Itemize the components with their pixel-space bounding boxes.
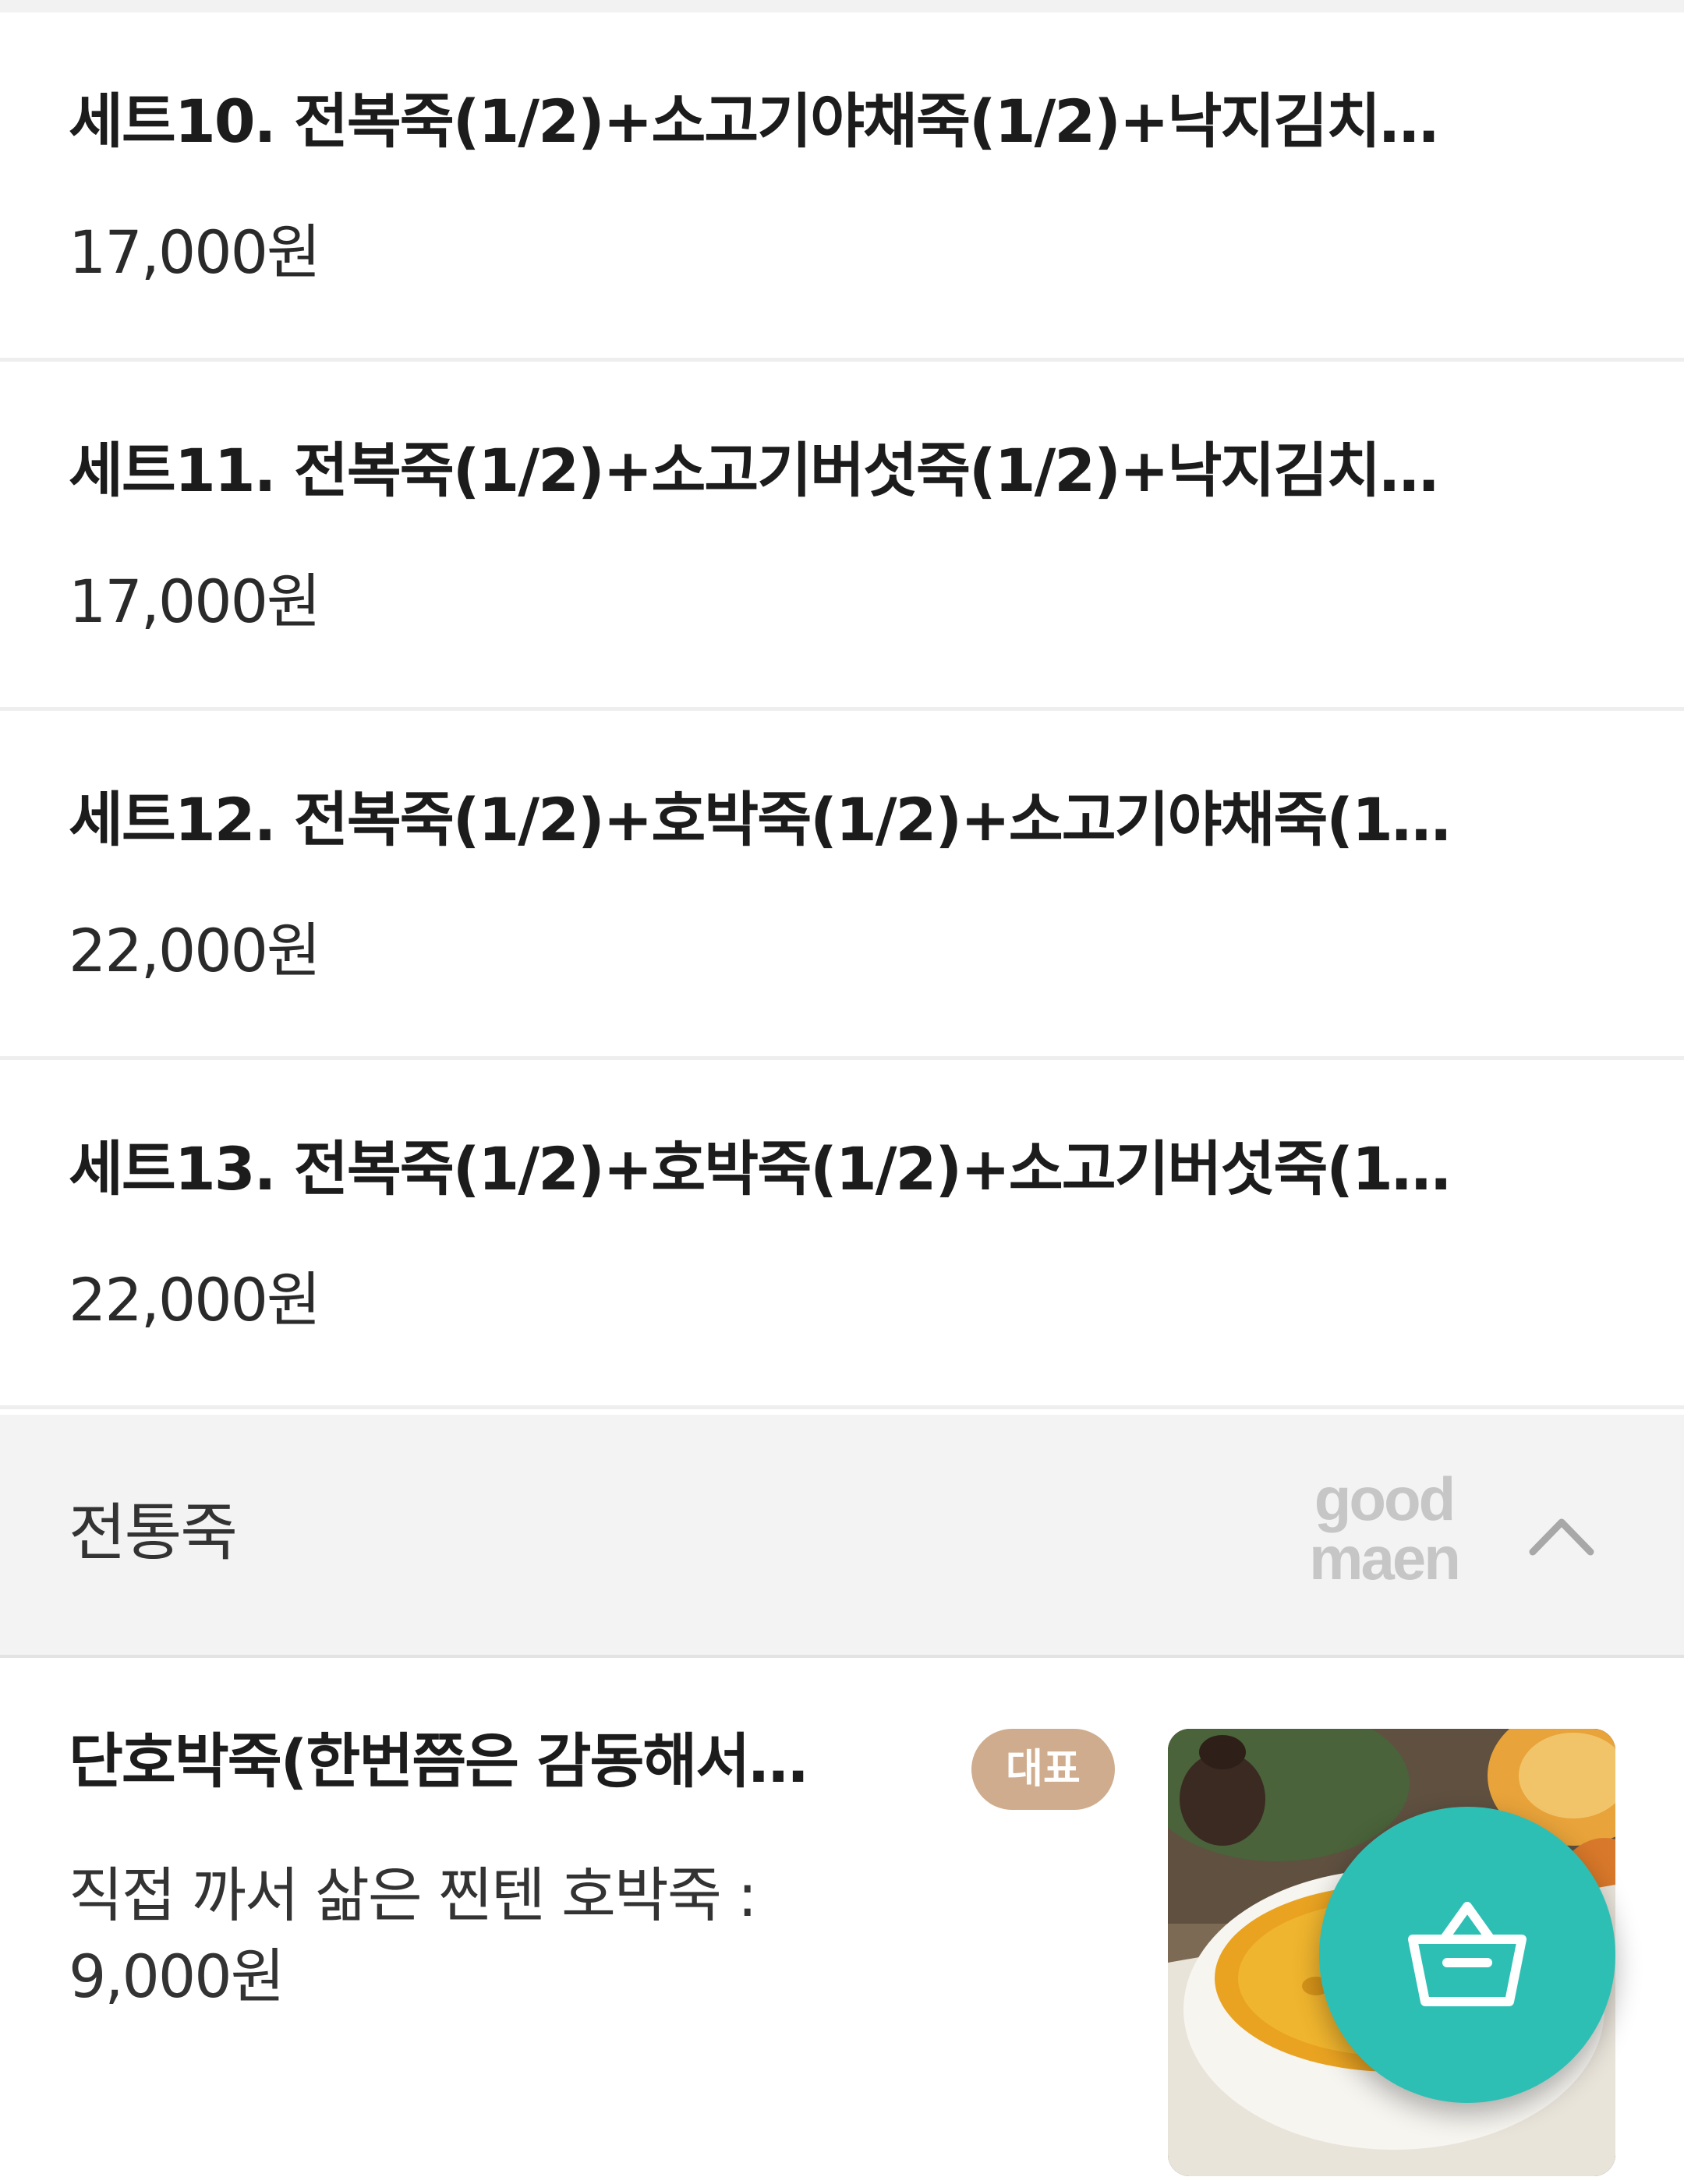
category-header-traditional-porridge[interactable]: 전통죽 good maen [0,1415,1684,1658]
menu-item-set12[interactable]: 세트12. 전복죽(1/2)+호박죽(1/2)+소고기야채죽(1… 22,000… [0,711,1684,1060]
watermark-line-2: maen [1309,1524,1461,1592]
menu-item-set13[interactable]: 세트13. 전복죽(1/2)+호박죽(1/2)+소고기버섯죽(1… 22,000… [0,1060,1684,1409]
menu-item-price: 22,000원 [69,1265,321,1334]
representative-badge: 대표 [971,1729,1115,1810]
chevron-up-icon[interactable] [1527,1507,1597,1561]
cart-button[interactable] [1319,1807,1615,2103]
menu-item-price: 17,000원 [69,217,321,287]
menu-item-title: 세트13. 전복죽(1/2)+호박죽(1/2)+소고기버섯죽(1… [69,1134,1451,1203]
menu-item-price: 22,000원 [69,916,321,985]
watermark-logo: good maen [1294,1465,1474,1592]
menu-item-title: 세트12. 전복죽(1/2)+호박죽(1/2)+소고기야채죽(1… [69,785,1451,854]
menu-item-title: 세트10. 전복죽(1/2)+소고기야채죽(1/2)+낙지김치… [69,87,1438,156]
watermark-line-1: good [1314,1465,1456,1533]
featured-item-description: 직접 까서 삶은 찐텐 호박죽 : 9,000원 [69,1861,758,2011]
category-title: 전통죽 [69,1497,238,1569]
menu-item-price: 17,000원 [69,567,321,636]
menu-list: 세트10. 전복죽(1/2)+소고기야채죽(1/2)+낙지김치… 17,000원… [0,12,1684,1409]
top-divider [0,0,1684,12]
shopping-basket-icon [1408,1902,1527,2006]
featured-item-title: 단호박죽(한번쯤은 감동해서… [69,1726,808,1796]
menu-item-set11[interactable]: 세트11. 전복죽(1/2)+소고기버섯죽(1/2)+낙지김치… 17,000원 [0,362,1684,711]
menu-item-title: 세트11. 전복죽(1/2)+소고기버섯죽(1/2)+낙지김치… [69,436,1438,505]
menu-item-set10[interactable]: 세트10. 전복죽(1/2)+소고기야채죽(1/2)+낙지김치… 17,000원 [0,12,1684,362]
